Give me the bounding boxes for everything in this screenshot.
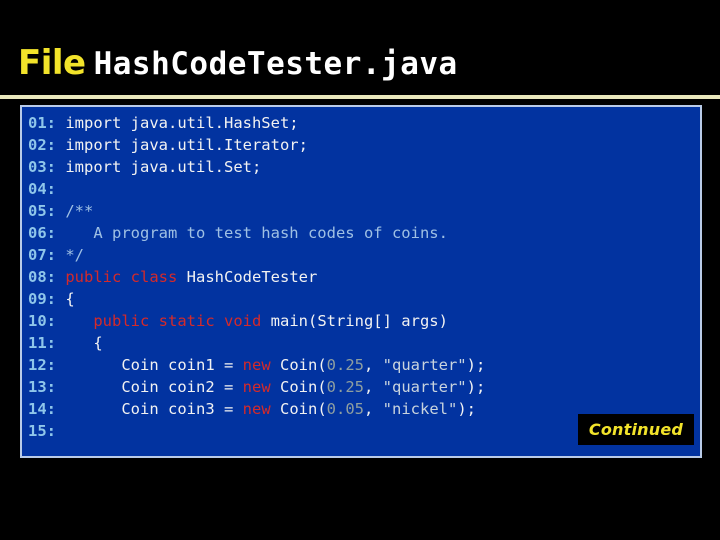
code-line-number: 02: xyxy=(28,136,56,154)
title-divider xyxy=(0,95,720,99)
code-token-keyword: public static void xyxy=(93,312,271,330)
code-line: 07: */ xyxy=(28,244,485,266)
code-token-plain: , xyxy=(363,356,383,374)
code-gutter-gap xyxy=(56,246,65,264)
code-gutter-gap xyxy=(56,400,65,418)
code-token-keyword: new xyxy=(242,356,271,374)
code-line: 05: /** xyxy=(28,200,485,222)
code-gutter-gap xyxy=(56,268,65,286)
code-token-plain: ); xyxy=(457,400,476,418)
code-line: 03: import java.util.Set; xyxy=(28,156,485,178)
continued-badge: Continued xyxy=(578,414,694,445)
code-gutter-gap xyxy=(56,378,65,396)
code-line-number: 11: xyxy=(28,334,56,352)
code-token-comment: */ xyxy=(65,246,85,264)
code-token-plain: import java.util.Iterator; xyxy=(65,136,308,154)
code-line-number: 08: xyxy=(28,268,56,286)
code-line: 04: xyxy=(28,178,485,200)
code-token-keyword: public class xyxy=(65,268,187,286)
code-line-number: 10: xyxy=(28,312,56,330)
code-token-keyword: new xyxy=(242,378,271,396)
code-token-string: "quarter" xyxy=(382,356,467,374)
code-line-number: 12: xyxy=(28,356,56,374)
code-token-plain: , xyxy=(363,400,383,418)
code-line-number: 06: xyxy=(28,224,56,242)
code-gutter-gap xyxy=(56,136,65,154)
code-token-plain: import java.util.Set; xyxy=(65,158,262,176)
code-token-plain: , xyxy=(363,378,383,396)
code-token-string: "nickel" xyxy=(382,400,458,418)
code-line-number: 03: xyxy=(28,158,56,176)
title-filename: HashCodeTester.java xyxy=(93,46,458,82)
code-gutter-gap xyxy=(56,312,65,330)
code-token-plain: main(String[] args) xyxy=(270,312,448,330)
code-gutter-gap xyxy=(56,180,65,198)
code-line: 06: A program to test hash codes of coin… xyxy=(28,222,485,244)
code-line: 12: Coin coin1 = new Coin(0.25, "quarter… xyxy=(28,354,485,376)
code-gutter-gap xyxy=(56,158,65,176)
code-token-comment: A program to test hash codes of coins. xyxy=(65,224,448,242)
code-token-plain: import java.util.HashSet; xyxy=(65,114,299,132)
page-title: File HashCodeTester.java xyxy=(18,46,458,80)
code-token-plain: { xyxy=(65,334,103,352)
code-line-number: 13: xyxy=(28,378,56,396)
code-line-number: 14: xyxy=(28,400,56,418)
code-token-plain: Coin coin2 = xyxy=(65,378,243,396)
code-gutter-gap xyxy=(56,224,65,242)
code-line: 11: { xyxy=(28,332,485,354)
code-line: 14: Coin coin3 = new Coin(0.05, "nickel"… xyxy=(28,398,485,420)
code-line-number: 07: xyxy=(28,246,56,264)
code-token-plain: { xyxy=(65,290,75,308)
code-token-plain: Coin( xyxy=(270,400,327,418)
code-panel: 01: import java.util.HashSet; 02: import … xyxy=(20,105,702,458)
code-gutter-gap xyxy=(56,202,65,220)
code-line-number: 04: xyxy=(28,180,56,198)
code-token-string: "quarter" xyxy=(382,378,467,396)
slide-header: File HashCodeTester.java xyxy=(0,0,720,99)
code-line-number: 09: xyxy=(28,290,56,308)
code-gutter-gap xyxy=(56,422,65,440)
code-gutter-gap xyxy=(56,334,65,352)
title-prefix: File xyxy=(18,43,86,83)
code-gutter-gap xyxy=(56,356,65,374)
code-line: 08: public class HashCodeTester xyxy=(28,266,485,288)
code-line: 01: import java.util.HashSet; xyxy=(28,112,485,134)
code-line-number: 01: xyxy=(28,114,56,132)
code-token-number: 0.25 xyxy=(326,356,364,374)
code-gutter-gap xyxy=(56,290,65,308)
code-token-plain: ); xyxy=(466,356,486,374)
code-token-plain: Coin coin3 = xyxy=(65,400,243,418)
code-line: 02: import java.util.Iterator; xyxy=(28,134,485,156)
code-token-plain: ); xyxy=(466,378,486,396)
code-line: 15: xyxy=(28,420,485,442)
code-token-plain: HashCodeTester xyxy=(186,268,318,286)
code-token-number: 0.25 xyxy=(326,378,364,396)
code-line-number: 15: xyxy=(28,422,56,440)
code-token-plain: Coin( xyxy=(270,378,327,396)
code-line: 09: { xyxy=(28,288,485,310)
code-token-plain: Coin coin1 = xyxy=(65,356,243,374)
code-token-comment: /** xyxy=(65,202,94,220)
code-listing: 01: import java.util.HashSet; 02: import … xyxy=(28,112,485,442)
code-token-plain: Coin( xyxy=(270,356,327,374)
code-token-number: 0.05 xyxy=(326,400,364,418)
code-line: 10: public static void main(String[] arg… xyxy=(28,310,485,332)
code-line-number: 05: xyxy=(28,202,56,220)
code-line: 13: Coin coin2 = new Coin(0.25, "quarter… xyxy=(28,376,485,398)
code-token-keyword: new xyxy=(242,400,271,418)
code-gutter-gap xyxy=(56,114,65,132)
